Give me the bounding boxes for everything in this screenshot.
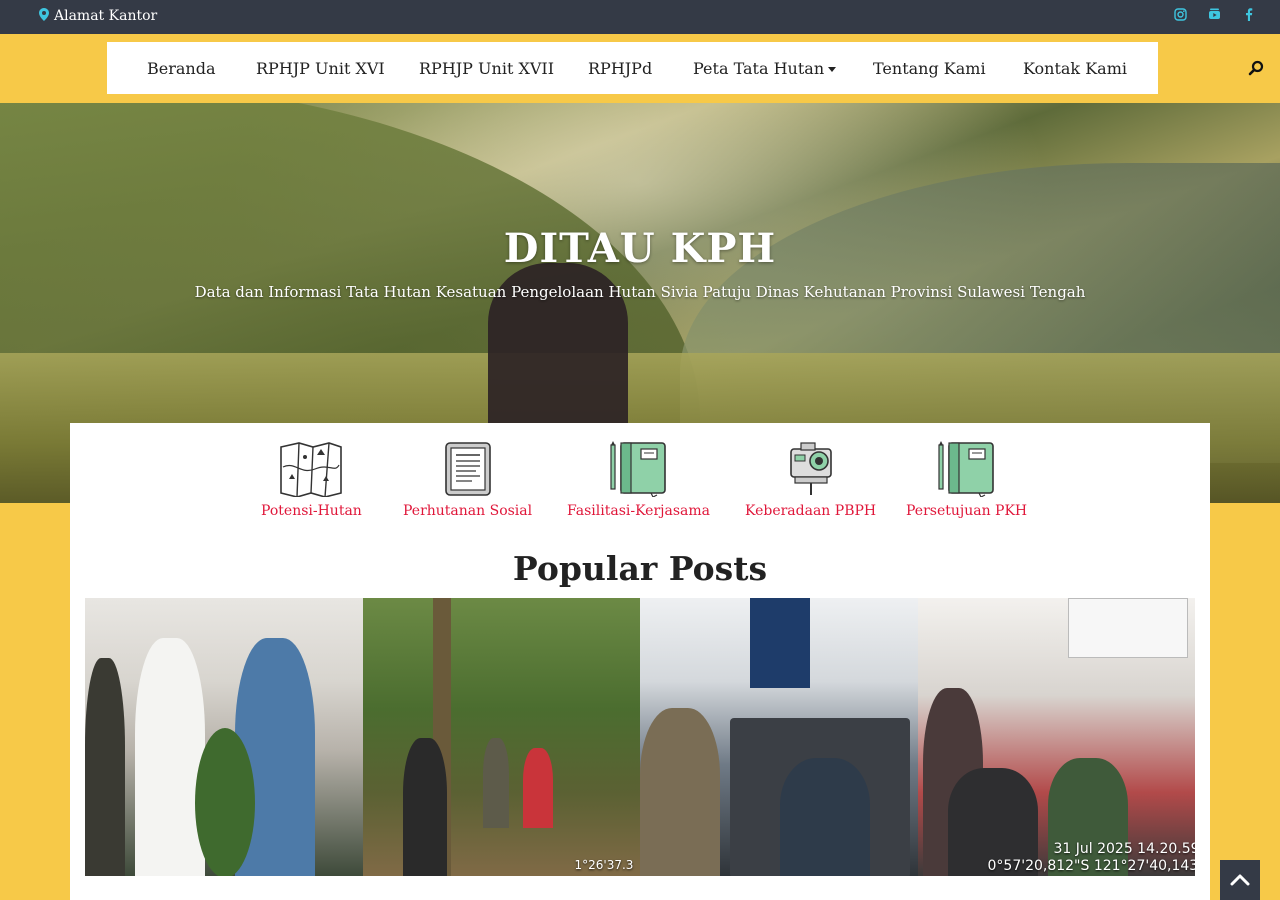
popular-post-4[interactable]: 31 Jul 2025 14.20.59 0°57'20,812"S 121°2…: [917, 598, 1196, 876]
feature-label: Potensi-Hutan: [261, 503, 362, 519]
notebook-icon: [609, 441, 666, 497]
post-image-board: [1067, 598, 1188, 658]
nav-item-kontak-kami[interactable]: Kontak Kami: [1023, 59, 1127, 78]
post-image-plant: [195, 728, 255, 876]
popular-posts-gallery: 1°26'37.3 31 Jul 2025 14.20.59 0°57'20,8…: [85, 598, 1195, 876]
feature-keberadaan-pbph[interactable]: Keberadaan PBPH: [745, 441, 876, 519]
feature-links: Potensi-Hutan Perhutanan Sosial Fasilita…: [70, 441, 1210, 541]
post-timestamp-overlay: 31 Jul 2025 14.20.59: [1053, 841, 1196, 857]
nav-item-beranda[interactable]: Beranda: [147, 59, 216, 78]
feature-label: Fasilitasi-Kerjasama: [567, 503, 710, 519]
caret-down-icon: [828, 67, 837, 72]
map-icon: [280, 442, 343, 497]
nav-item-rphjp-unit-xvi[interactable]: RPHJP Unit XVI: [256, 59, 385, 78]
feature-potensi-hutan[interactable]: Potensi-Hutan: [261, 441, 362, 519]
main-content: Potensi-Hutan Perhutanan Sosial Fasilita…: [70, 423, 1210, 900]
post-image-person: [402, 738, 447, 876]
post-image-person: [780, 758, 870, 876]
document-tablet-icon: [444, 442, 491, 496]
map-marker-icon: [39, 8, 49, 24]
youtube-icon[interactable]: [1206, 8, 1222, 25]
action-camera-icon: [789, 442, 832, 495]
office-address-label: Alamat Kantor: [54, 8, 158, 24]
popular-post-3[interactable]: [640, 598, 918, 876]
post-image-person: [522, 748, 553, 828]
feature-persetujuan-pkh[interactable]: Persetujuan PKH: [906, 441, 1027, 519]
nav-item-rphjp-unit-xvii[interactable]: RPHJP Unit XVII: [419, 59, 554, 78]
post-image-person: [135, 638, 205, 876]
social-links: [1172, 8, 1256, 25]
post-image-person: [640, 708, 720, 876]
search-icon[interactable]: [1248, 60, 1264, 76]
facebook-icon[interactable]: [1240, 8, 1256, 25]
post-image-person: [85, 658, 125, 876]
post-gps-overlay: 0°57'20,812"S 121°27'40,143"E: [987, 858, 1196, 874]
hero-subtitle: Data dan Informasi Tata Hutan Kesatuan P…: [194, 283, 1086, 301]
nav-item-rphjpd[interactable]: RPHJPd: [588, 59, 652, 78]
chevron-up-icon: [1230, 874, 1250, 886]
office-address-link[interactable]: Alamat Kantor: [39, 8, 157, 24]
feature-perhutanan-sosial[interactable]: Perhutanan Sosial: [403, 441, 532, 519]
main-navigation-bar: Beranda RPHJP Unit XVI RPHJP Unit XVII R…: [0, 34, 1280, 103]
feature-label: Keberadaan PBPH: [745, 503, 877, 519]
feature-fasilitasi-kerjasama[interactable]: Fasilitasi-Kerjasama: [567, 441, 710, 519]
scroll-to-top-button[interactable]: [1220, 860, 1260, 900]
post-image-window: [750, 598, 810, 688]
nav-item-tentang-kami[interactable]: Tentang Kami: [873, 59, 986, 78]
feature-label: Perhutanan Sosial: [403, 503, 533, 519]
nav-item-peta-tata-hutan-label: Peta Tata Hutan: [693, 59, 825, 78]
instagram-icon[interactable]: [1172, 8, 1188, 25]
hero-title: DITAU KPH: [503, 225, 777, 272]
post-image-person: [482, 738, 509, 828]
popular-post-1[interactable]: [85, 598, 363, 876]
top-bar: Alamat Kantor: [0, 0, 1280, 34]
popular-posts-title: Popular Posts: [512, 549, 768, 588]
popular-post-2[interactable]: 1°26'37.3: [362, 598, 640, 876]
post-gps-overlay: 1°26'37.3: [574, 858, 634, 872]
nav-menu: Beranda RPHJP Unit XVI RPHJP Unit XVII R…: [107, 42, 1158, 94]
feature-label: Persetujuan PKH: [906, 503, 1028, 519]
notebook-icon: [937, 441, 994, 497]
nav-item-peta-tata-hutan[interactable]: Peta Tata Hutan: [693, 59, 837, 78]
